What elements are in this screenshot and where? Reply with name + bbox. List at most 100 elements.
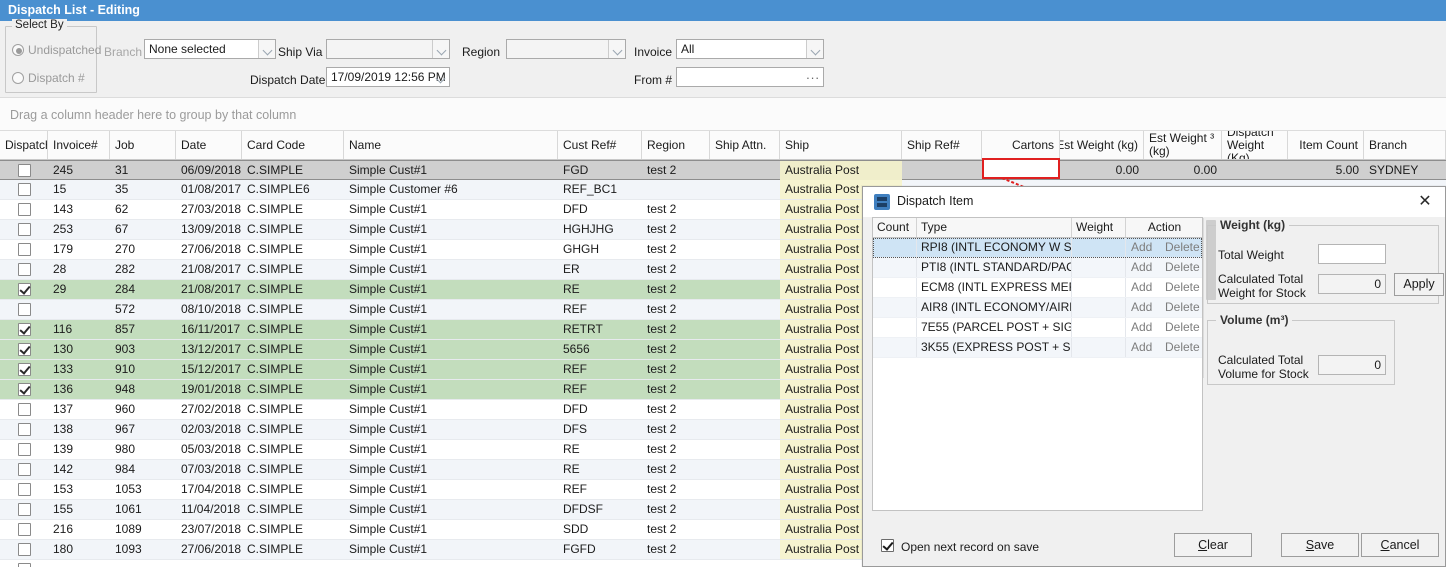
cell-region[interactable] xyxy=(642,560,710,567)
row-dispatch-checkbox[interactable] xyxy=(18,503,31,516)
cell-invoice[interactable]: 138 xyxy=(48,420,110,439)
cell-job[interactable]: 903 xyxy=(110,340,176,359)
cell-items[interactable]: 5.00 xyxy=(1288,161,1364,180)
cell-invoice[interactable]: 139 xyxy=(48,440,110,459)
cell-job[interactable]: 1061 xyxy=(110,500,176,519)
cell-name[interactable]: Simple Cust#1 xyxy=(344,500,558,519)
cell-job[interactable]: 1089 xyxy=(110,520,176,539)
dialog-cell-weight[interactable] xyxy=(1072,318,1126,337)
cancel-button[interactable]: Cancel xyxy=(1361,533,1439,557)
cell-invoice[interactable]: 143 xyxy=(48,200,110,219)
cell-name[interactable]: Simple Cust#1 xyxy=(344,161,558,180)
cell-name[interactable]: Simple Cust#1 xyxy=(344,260,558,279)
cell-region[interactable]: test 2 xyxy=(642,280,710,299)
table-row[interactable]: 245 31 06/09/2018 C.SIMPLE Simple Cust#1 FGD t… xyxy=(0,160,1446,180)
cell-card[interactable]: C.SIMPLE xyxy=(242,520,344,539)
cell-job[interactable]: 1093 xyxy=(110,540,176,559)
cell-attn[interactable] xyxy=(710,180,780,199)
cell-custref[interactable]: FGD xyxy=(558,161,642,180)
cell-job[interactable]: 35 xyxy=(110,180,176,199)
cell-custref[interactable]: 5656 xyxy=(558,340,642,359)
dialog-cell-count[interactable] xyxy=(873,278,917,297)
cell-invoice[interactable]: 153 xyxy=(48,480,110,499)
dialog-item-row[interactable]: ECM8 (INTL EXPRESS MERCH/E Add Delete xyxy=(873,278,1202,298)
open-next-record-checkbox[interactable] xyxy=(881,539,894,552)
cell-invoice[interactable]: 133 xyxy=(48,360,110,379)
cell-job[interactable]: 67 xyxy=(110,220,176,239)
row-dispatch-checkbox[interactable] xyxy=(18,323,31,336)
dialog-column-header-type[interactable]: Type xyxy=(917,218,1072,237)
grid-column-header-dispatch[interactable]: Dispatch xyxy=(0,131,48,159)
cell-custref[interactable]: DFS xyxy=(558,420,642,439)
cell-attn[interactable] xyxy=(710,520,780,539)
cell-name[interactable]: Simple Cust#1 xyxy=(344,420,558,439)
cell-date[interactable]: 27/06/2018 xyxy=(176,540,242,559)
row-dispatch-checkbox[interactable] xyxy=(18,403,31,416)
cell-name[interactable]: Simple Customer #6 xyxy=(344,180,558,199)
cell-attn[interactable] xyxy=(710,380,780,399)
dialog-cell-count[interactable] xyxy=(873,258,917,277)
cell-attn[interactable] xyxy=(710,440,780,459)
total-weight-input[interactable] xyxy=(1318,244,1386,264)
grid-column-header-date[interactable]: Date xyxy=(176,131,242,159)
cell-job[interactable]: 282 xyxy=(110,260,176,279)
dialog-column-header-count[interactable]: Count xyxy=(873,218,917,237)
cell-custref[interactable]: REF xyxy=(558,380,642,399)
grid-column-header-ship-attn[interactable]: Ship Attn. xyxy=(710,131,780,159)
cell-card[interactable]: C.SIMPLE xyxy=(242,260,344,279)
cell-date[interactable]: 27/03/2018 xyxy=(176,200,242,219)
grid-column-header-invoice[interactable]: Invoice# xyxy=(48,131,110,159)
cell-job[interactable]: 62 xyxy=(110,200,176,219)
cell-invoice[interactable]: 245 xyxy=(48,161,110,180)
dialog-cell-weight[interactable] xyxy=(1072,238,1126,257)
cell-region[interactable]: test 2 xyxy=(642,540,710,559)
cell-job[interactable]: 960 xyxy=(110,400,176,419)
row-dispatch-checkbox[interactable] xyxy=(18,523,31,536)
close-icon[interactable]: ✕ xyxy=(1415,192,1435,212)
grid-column-header-est-weight-kg[interactable]: Est Weight ³ (kg) xyxy=(1144,131,1222,159)
cell-region[interactable]: test 2 xyxy=(642,420,710,439)
cell-region[interactable]: test 2 xyxy=(642,220,710,239)
cell-card[interactable]: C.SIMPLE xyxy=(242,500,344,519)
group-panel[interactable]: Drag a column header here to group by th… xyxy=(0,97,1446,131)
cell-name[interactable]: Simple Cust#1 xyxy=(344,300,558,319)
cell-attn[interactable] xyxy=(710,500,780,519)
cell-invoice[interactable]: 216 xyxy=(48,520,110,539)
cell-name[interactable]: Simple Cust#1 xyxy=(344,280,558,299)
apply-button[interactable]: Apply xyxy=(1394,273,1444,296)
cell-date[interactable]: 27/06/2018 xyxy=(176,240,242,259)
cell-card[interactable]: C.SIMPLE6 xyxy=(242,180,344,199)
cell-card[interactable]: C.SIMPLE xyxy=(242,320,344,339)
dialog-column-header-weight[interactable]: Weight xyxy=(1072,218,1126,237)
cell-card[interactable]: C.SIMPLE xyxy=(242,300,344,319)
cell-name[interactable]: Simple Cust#1 xyxy=(344,540,558,559)
cell-region[interactable]: test 2 xyxy=(642,460,710,479)
cell-date[interactable]: 17/04/2018 xyxy=(176,480,242,499)
grid-column-header-dispatch-weight-kg[interactable]: Dispatch Weight (Kg) xyxy=(1222,131,1288,159)
grid-column-header-ship-ref[interactable]: Ship Ref# xyxy=(902,131,982,159)
row-dispatch-checkbox[interactable] xyxy=(18,283,31,296)
row-dispatch-checkbox[interactable] xyxy=(18,463,31,476)
cell-date[interactable]: 21/08/2017 xyxy=(176,260,242,279)
dialog-cell-count[interactable] xyxy=(873,238,917,257)
branch-combo[interactable]: None selected xyxy=(144,39,276,59)
cell-date[interactable]: 19/01/2018 xyxy=(176,380,242,399)
cell-ship[interactable]: Australia Post xyxy=(780,161,902,180)
cell-branch[interactable]: SYDNEY xyxy=(1364,161,1446,180)
cell-region[interactable]: test 2 xyxy=(642,320,710,339)
cell-custref[interactable]: ER xyxy=(558,260,642,279)
row-dispatch-checkbox[interactable] xyxy=(18,243,31,256)
dialog-item-row[interactable]: PTI8 (INTL STANDARD/PACK & Add Delete xyxy=(873,258,1202,278)
cell-region[interactable]: test 2 xyxy=(642,300,710,319)
cell-date[interactable]: 27/02/2018 xyxy=(176,400,242,419)
cell-est3[interactable]: 0.00 xyxy=(1144,161,1222,180)
grid-column-header-job[interactable]: Job xyxy=(110,131,176,159)
cell-name[interactable]: Simple Cust#1 xyxy=(344,440,558,459)
cell-custref[interactable]: RE xyxy=(558,440,642,459)
cell-custref[interactable]: DFD xyxy=(558,400,642,419)
cell-custref[interactable]: DFD xyxy=(558,200,642,219)
grid-column-header-branch[interactable]: Branch xyxy=(1364,131,1446,159)
cell-name[interactable]: Simple Cust#1 xyxy=(344,320,558,339)
cell-attn[interactable] xyxy=(710,360,780,379)
dialog-add-link[interactable]: Add xyxy=(1131,278,1152,297)
